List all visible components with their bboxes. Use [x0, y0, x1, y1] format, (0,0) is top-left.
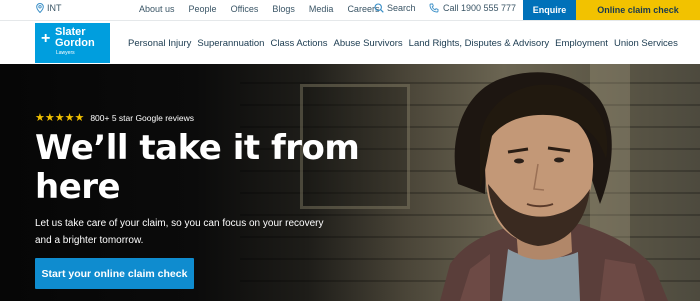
location-pin-icon: [36, 3, 44, 13]
star-rating-icon: ★★★★★: [35, 112, 85, 124]
nav-item-union-services[interactable]: Union Services: [614, 38, 678, 49]
nav-menu: Personal Injury Superannuation Class Act…: [128, 38, 684, 49]
hero-person-image: [440, 72, 668, 301]
call-link[interactable]: Call 1900 555 777: [429, 3, 516, 13]
search-icon: [374, 3, 384, 13]
call-label: Call 1900 555 777: [443, 3, 517, 13]
link-media[interactable]: Media: [309, 4, 334, 14]
nav-item-superannuation[interactable]: Superannuation: [197, 38, 264, 49]
reviews-text: 800+ 5 star Google reviews: [90, 112, 195, 123]
google-reviews-rating: ★★★★★ 800+ 5 star Google reviews: [35, 111, 194, 124]
nav-item-class-actions[interactable]: Class Actions: [270, 38, 327, 49]
location-selector[interactable]: INT: [36, 3, 62, 13]
logo-line-3: Lawyers: [56, 50, 75, 56]
slater-gordon-logo[interactable]: + Slater Gordon Lawyers: [35, 23, 110, 63]
hero-headline: We’ll take it from here: [35, 128, 360, 207]
utility-links: About us People Offices Blogs Media Care…: [139, 4, 393, 14]
phone-icon: [429, 3, 439, 13]
location-label: INT: [47, 3, 62, 13]
link-offices[interactable]: Offices: [231, 4, 259, 14]
start-claim-check-button[interactable]: Start your online claim check: [35, 258, 194, 289]
hero-banner: ★★★★★ 800+ 5 star Google reviews We’ll t…: [0, 64, 700, 301]
nav-item-abuse-survivors[interactable]: Abuse Survivors: [334, 38, 403, 49]
main-navigation: + Slater Gordon Lawyers Personal Injury …: [0, 20, 700, 63]
search-button[interactable]: Search: [374, 3, 416, 13]
plus-logo-icon: +: [41, 30, 51, 47]
nav-item-personal-injury[interactable]: Personal Injury: [128, 38, 191, 49]
hero-subtext: Let us take care of your claim, so you c…: [35, 218, 324, 246]
link-people[interactable]: People: [189, 4, 217, 14]
nav-item-land-rights[interactable]: Land Rights, Disputes & Advisory: [409, 38, 549, 49]
utility-bar: INT About us People Offices Blogs Media …: [0, 0, 700, 20]
enquire-button[interactable]: Enquire: [523, 0, 576, 20]
logo-line-2: Gordon: [55, 37, 95, 49]
online-claim-check-button[interactable]: Online claim check: [576, 0, 700, 20]
nav-item-employment[interactable]: Employment: [555, 38, 608, 49]
search-label: Search: [387, 3, 416, 13]
link-blogs[interactable]: Blogs: [272, 4, 295, 14]
link-about-us[interactable]: About us: [139, 4, 175, 14]
